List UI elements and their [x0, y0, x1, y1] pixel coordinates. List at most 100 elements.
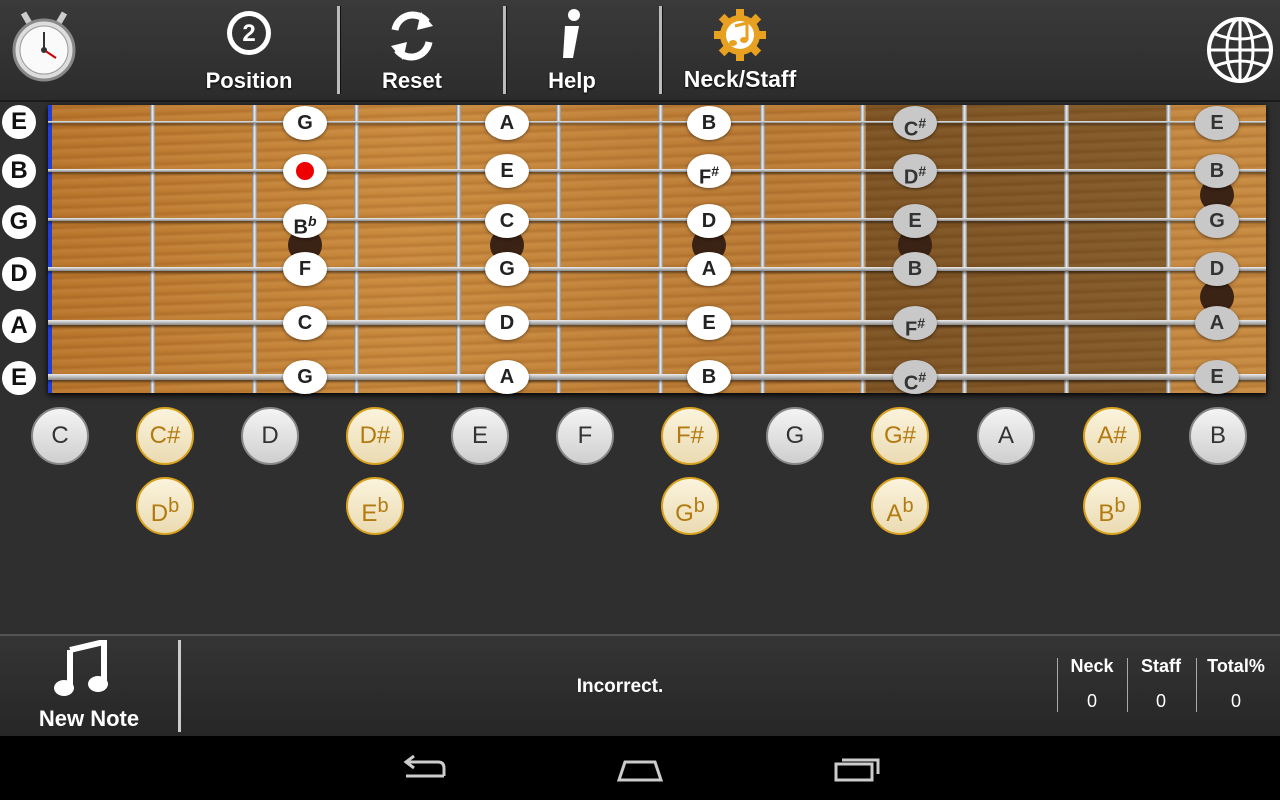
help-label: Help: [548, 68, 596, 93]
neck-staff-button[interactable]: Neck/Staff: [672, 0, 808, 100]
neck-staff-label: Neck/Staff: [683, 66, 797, 92]
music-note-icon: [54, 640, 108, 696]
sharp-sign: #: [711, 163, 719, 179]
fret-note[interactable]: A: [485, 106, 529, 140]
flat-sign: b: [693, 495, 705, 517]
system-nav-bar: [0, 736, 1280, 800]
fret-note[interactable]: E: [1195, 106, 1239, 140]
flat-sign: b: [1114, 495, 1126, 517]
answer-button-g-flat[interactable]: Gb: [661, 477, 719, 535]
note-letter: F: [698, 166, 712, 189]
fret-note[interactable]: C: [485, 204, 529, 238]
fret-note[interactable]: G: [485, 252, 529, 286]
timer-button[interactable]: [6, 0, 82, 100]
note-letter: F: [904, 318, 918, 341]
note-letter: B: [1209, 160, 1225, 182]
note-letter: D: [499, 312, 515, 334]
answer-button-f-sharp[interactable]: F#: [661, 407, 719, 465]
fret-note[interactable]: A: [485, 360, 529, 394]
fret-note[interactable]: B: [893, 252, 937, 286]
fret-note[interactable]: A: [1195, 306, 1239, 340]
note-letter: G: [297, 366, 313, 388]
red-dot-icon: [296, 162, 314, 180]
note-letter: B: [293, 216, 308, 239]
answer-button-d[interactable]: D: [241, 407, 299, 465]
fret-wire: [658, 105, 663, 393]
fret-wire: [354, 105, 359, 393]
flat-sign: b: [377, 495, 389, 517]
sharp-sign: #: [917, 315, 925, 331]
note-letter: E: [702, 312, 716, 334]
home-icon[interactable]: [615, 754, 665, 784]
answer-button-c-sharp[interactable]: C#: [136, 407, 194, 465]
answer-button-e[interactable]: E: [451, 407, 509, 465]
flat-sign: b: [902, 495, 914, 517]
fret-wire: [760, 105, 765, 393]
fret-note[interactable]: Bb: [283, 204, 327, 239]
fret-note[interactable]: B: [1195, 154, 1239, 188]
answer-button-d-flat[interactable]: Db: [136, 477, 194, 535]
fret-note[interactable]: D: [687, 204, 731, 238]
fret-note[interactable]: C#: [893, 360, 937, 395]
answer-button-a-sharp[interactable]: A#: [1083, 407, 1141, 465]
fret-note[interactable]: E: [485, 154, 529, 188]
fret-note[interactable]: F#: [893, 306, 937, 341]
target-note-marker[interactable]: [283, 154, 327, 188]
position-label: Position: [205, 68, 293, 93]
new-note-button[interactable]: New Note: [0, 636, 178, 736]
fret-note[interactable]: D: [1195, 252, 1239, 286]
sharp-sign: #: [918, 163, 927, 179]
fret-note[interactable]: F: [283, 252, 327, 286]
fret-note[interactable]: G: [283, 360, 327, 394]
fret-note[interactable]: B: [687, 360, 731, 394]
position-button[interactable]: 2 Position: [196, 0, 302, 100]
answer-button-c[interactable]: C: [31, 407, 89, 465]
score-total: Total% 0: [1200, 656, 1272, 712]
flat-letter: B: [1098, 500, 1115, 527]
fret-note[interactable]: G: [283, 106, 327, 140]
flat-letter: A: [886, 500, 903, 527]
flat-letter: D: [150, 500, 169, 527]
answer-button-a[interactable]: A: [977, 407, 1035, 465]
fret-note[interactable]: D#: [893, 154, 937, 189]
note-letter: A: [1209, 312, 1225, 334]
flat-letter: G: [675, 500, 694, 527]
fret-note[interactable]: A: [687, 252, 731, 286]
help-button[interactable]: Help: [522, 0, 622, 100]
fret-note[interactable]: D: [485, 306, 529, 340]
globe-icon: [1207, 17, 1273, 83]
score-header: Neck: [1070, 656, 1114, 676]
reset-button[interactable]: Reset: [360, 0, 464, 100]
fret-note[interactable]: B: [687, 106, 731, 140]
fret-note[interactable]: C#: [893, 106, 937, 141]
score-staff: Staff 0: [1127, 656, 1195, 712]
recent-apps-icon[interactable]: [834, 754, 884, 784]
score-neck: Neck 0: [1058, 656, 1126, 712]
note-letter: D: [1209, 258, 1225, 280]
fret-note[interactable]: G: [1195, 204, 1239, 238]
answer-button-e-flat[interactable]: Eb: [346, 477, 404, 535]
answer-button-a-flat[interactable]: Ab: [871, 477, 929, 535]
globe-button[interactable]: [1204, 0, 1276, 100]
fret-note[interactable]: E: [687, 306, 731, 340]
back-icon[interactable]: [400, 754, 450, 784]
position-number-icon: 2: [227, 11, 271, 55]
fret-note[interactable]: F#: [687, 154, 731, 189]
answer-button-d-sharp[interactable]: D#: [346, 407, 404, 465]
fret-note[interactable]: C: [283, 306, 327, 340]
refresh-icon: [391, 11, 433, 61]
answer-button-b-flat[interactable]: Bb: [1083, 477, 1141, 535]
note-letter: D: [701, 210, 717, 232]
fret-note[interactable]: E: [893, 204, 937, 238]
answer-button-b[interactable]: B: [1189, 407, 1247, 465]
fret-wire: [860, 105, 865, 393]
stopwatch-icon: [12, 11, 76, 82]
answer-button-g-sharp[interactable]: G#: [871, 407, 929, 465]
fret-wire: [456, 105, 461, 393]
fret-note[interactable]: E: [1195, 360, 1239, 394]
fret-wire: [1064, 105, 1069, 393]
note-letter: F: [298, 258, 312, 280]
answer-button-g[interactable]: G: [766, 407, 824, 465]
note-letter: E: [1210, 112, 1224, 134]
answer-button-f[interactable]: F: [556, 407, 614, 465]
